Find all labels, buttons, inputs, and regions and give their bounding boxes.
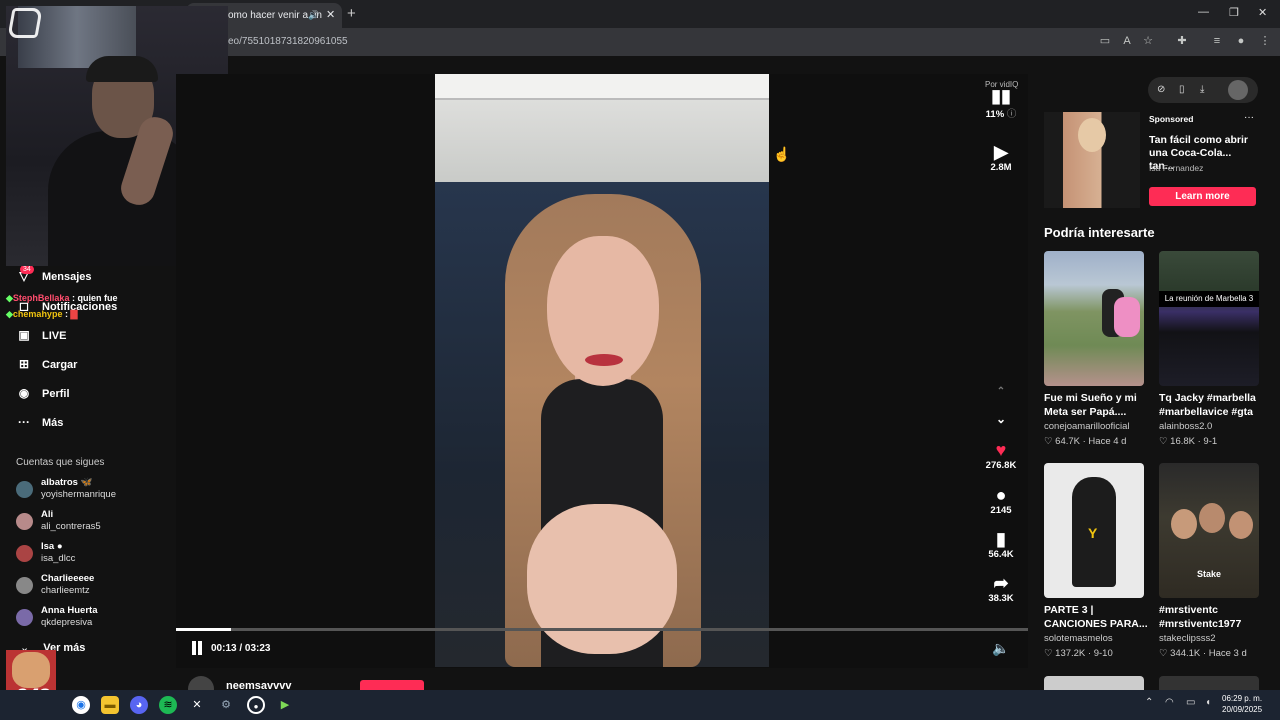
network-icon[interactable]: ▭ <box>1186 697 1195 708</box>
play-icon: ▶ <box>994 142 1008 162</box>
video-thumbnail <box>1044 251 1144 386</box>
new-tab-button[interactable]: + <box>347 5 356 22</box>
app-icon[interactable]: ✕ <box>188 696 206 714</box>
progress-fill <box>176 628 231 631</box>
bar-chart-icon: ▮▮ <box>991 86 1011 106</box>
comment-icon: ● <box>995 485 1007 505</box>
device-icon[interactable]: ▯ <box>1179 84 1185 95</box>
tab-close-button[interactable]: ✕ <box>326 8 335 21</box>
profile-avatar-icon: ◉ <box>18 386 30 400</box>
heart-icon: ♥ <box>995 440 1007 460</box>
live-icon: ▣ <box>18 328 30 342</box>
video-author-strip: neemsavvvv <box>176 668 1028 702</box>
video-frame[interactable] <box>435 74 769 667</box>
like-button[interactable]: ♥ 276.8K <box>981 440 1021 471</box>
nav-perfil[interactable]: ◉ Perfil <box>16 386 70 400</box>
previous-video-button[interactable]: ⌃ <box>981 386 1021 397</box>
upload-icon: ⊞ <box>18 357 30 371</box>
info-icon: ⓘ <box>1006 109 1017 120</box>
ad-thumbnail[interactable] <box>1044 112 1140 208</box>
video-thumbnail: Y <box>1044 463 1144 598</box>
maximize-button[interactable]: ❐ <box>1229 6 1239 19</box>
nav-live[interactable]: ▣ LIVE <box>16 328 66 342</box>
chevron-down-icon: ⌄ <box>995 412 1007 426</box>
translate-icon[interactable]: A <box>1120 34 1134 48</box>
speaker-icon[interactable]: ◖ <box>1205 697 1211 708</box>
following-item[interactable]: Ali ali_contreras5 <box>16 509 176 539</box>
following-header: Cuentas que sigues <box>16 457 105 468</box>
bookmark-icon: ▮ <box>996 529 1006 549</box>
obs-icon[interactable]: ● <box>247 696 265 714</box>
streamer-cap <box>86 56 158 82</box>
settings-icon[interactable]: ⚙ <box>217 696 235 714</box>
url-field[interactable]: eo/7551018731820961055 <box>228 36 348 47</box>
suggestions-header: Podría interesarte <box>1044 225 1155 240</box>
media-control-icon[interactable]: ≡ <box>1210 34 1224 48</box>
minimize-button[interactable]: — <box>1198 6 1209 18</box>
more-icon[interactable]: ··· <box>1244 112 1254 123</box>
speaker-icon[interactable]: 🔊 <box>308 10 319 21</box>
profile-avatar[interactable] <box>1228 80 1248 100</box>
chat-line: ◆StephBellaka : quien fue <box>6 293 118 303</box>
following-item[interactable]: albatros 🦋 yoyishermanrique <box>16 477 176 507</box>
stream-logo <box>7 8 43 38</box>
avatar <box>16 577 33 594</box>
video-thumbnail[interactable] <box>1159 676 1259 690</box>
spotify-icon[interactable]: ≋ <box>159 696 177 714</box>
file-explorer-icon[interactable]: ▬ <box>101 696 119 714</box>
mouse-cursor-icon: ☝ <box>773 146 791 162</box>
video-thumbnail: La reunión de Marbella 3 <box>1159 251 1259 386</box>
nav-cargar[interactable]: ⊞ Cargar <box>16 357 78 371</box>
sponsored-label: Sponsored <box>1149 114 1194 124</box>
close-window-button[interactable]: ✕ <box>1258 6 1267 19</box>
bookmark-star-icon[interactable]: ☆ <box>1141 34 1155 48</box>
system-clock[interactable]: 06:29 p. m. 20/09/2025 <box>1222 693 1262 715</box>
avatar <box>16 481 33 498</box>
following-item[interactable]: Charlieeeee charlieemtz <box>16 573 176 603</box>
pause-button[interactable] <box>190 641 204 657</box>
menu-icon[interactable]: ⋮ <box>1258 34 1272 48</box>
video-thumbnail: Stake <box>1159 463 1259 598</box>
avatar <box>16 609 33 626</box>
following-item[interactable]: Isa ● isa_dlcc <box>16 541 176 571</box>
kick-icon[interactable]: ▶ <box>276 696 294 714</box>
chevron-up-icon[interactable]: ⌃ <box>1145 697 1153 708</box>
time-readout: 00:13 / 03:23 <box>211 643 271 654</box>
chevron-up-icon: ⌃ <box>996 386 1006 397</box>
chrome-icon[interactable]: ◉ <box>72 696 90 714</box>
nav-mas[interactable]: ··· Más <box>16 415 63 429</box>
messages-badge: 34 <box>20 265 34 274</box>
volume-icon[interactable]: 🔈 <box>992 640 1009 657</box>
share-icon: ➦ <box>993 573 1009 593</box>
avatar <box>16 513 33 530</box>
profile-icon[interactable]: ● <box>1234 34 1248 48</box>
vidiq-stats[interactable]: ▮▮ 11% ⓘ <box>981 86 1021 120</box>
ad-author: Isa Fernandez <box>1149 163 1204 173</box>
extensions-icon[interactable]: ✚ <box>1175 34 1189 48</box>
plays-count: ▶ 2.8M <box>981 142 1021 173</box>
learn-more-button[interactable]: Learn more <box>1149 187 1256 206</box>
next-video-button[interactable]: ⌄ <box>981 412 1021 426</box>
discord-icon[interactable]: ◕ <box>130 696 148 714</box>
wifi-icon[interactable]: ◠ <box>1165 697 1174 708</box>
share-button[interactable]: ➦ 38.3K <box>981 573 1021 604</box>
more-icon: ··· <box>18 415 30 429</box>
comment-button[interactable]: ● 2145 <box>981 485 1021 516</box>
cast-icon[interactable]: ▭ <box>1098 34 1112 48</box>
avatar <box>16 545 33 562</box>
download-icon[interactable]: ⤓ <box>1200 84 1204 95</box>
chat-line: ◆chemahype : ▇ <box>6 309 78 319</box>
progress-track[interactable] <box>176 628 1028 631</box>
save-button[interactable]: ▮ 56.4K <box>981 529 1021 560</box>
float-icon[interactable]: ⊘ <box>1157 84 1165 95</box>
video-thumbnail[interactable] <box>1044 676 1144 690</box>
following-item[interactable]: Anna Huerta qkdepresiva <box>16 605 176 635</box>
